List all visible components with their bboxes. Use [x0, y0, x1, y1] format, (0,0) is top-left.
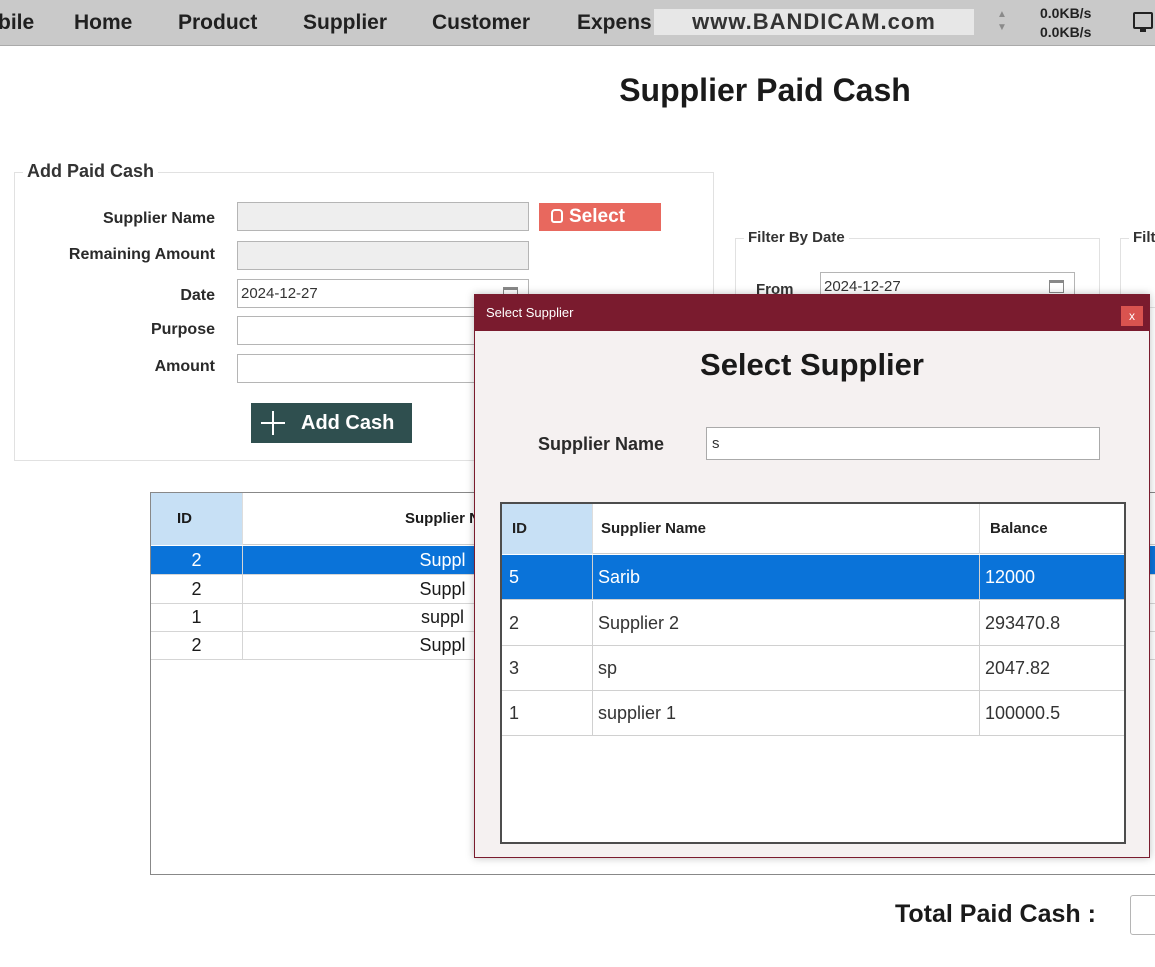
select-button-label: Select [569, 206, 625, 227]
supplier-search-input[interactable] [706, 427, 1100, 460]
cell-id: 1 [191, 607, 202, 627]
page-title: Supplier Paid Cash [619, 72, 911, 108]
remaining-amount-field[interactable] [237, 241, 529, 270]
cell-balance: 12000 [979, 555, 1124, 600]
cell-id: 1 [509, 703, 520, 723]
column-header-balance[interactable]: Balance [979, 504, 1124, 554]
table-row[interactable]: 5 Sarib 12000 [502, 555, 1124, 600]
cell-supplier-name: Supplier 2 [592, 601, 979, 646]
select-supplier-dialog: Select Supplier x Select Supplier Suppli… [474, 294, 1150, 858]
date-value: 2024-12-27 [241, 285, 318, 302]
recording-watermark: www.BANDICAM.com [654, 9, 974, 35]
dialog-titlebar[interactable]: Select Supplier x [475, 295, 1149, 331]
cell-id: 5 [509, 567, 520, 587]
table-row[interactable]: 1 supplier 1 100000.5 [502, 691, 1124, 736]
dialog-supplier-name-label: Supplier Name [538, 434, 665, 454]
supplier-name-label: Supplier Name [102, 210, 215, 227]
total-paid-cash-value [1130, 895, 1155, 935]
cell-balance: 2047.82 [979, 646, 1124, 691]
app-window: bile Home Product Supplier Customer Expe… [0, 0, 1155, 967]
network-download-speed: 0.0KB/s [1040, 24, 1092, 40]
add-cash-label: Add Cash [301, 412, 395, 434]
monitor-icon[interactable] [1133, 12, 1153, 32]
second-filter-title: Filt [1129, 229, 1155, 246]
cell-id: 2 [191, 550, 202, 570]
date-label: Date [180, 287, 215, 304]
cell-supplier-name: sp [592, 646, 979, 691]
supplier-list-table: ID Supplier Name Balance 5 Sarib 12000 2… [500, 502, 1126, 844]
cell-id: 2 [509, 613, 520, 633]
menu-item-mobile[interactable]: bile [0, 11, 34, 35]
cell-id: 3 [509, 658, 520, 678]
plus-icon [261, 411, 285, 435]
top-menu-bar: bile Home Product Supplier Customer Expe… [0, 0, 1155, 46]
dialog-heading: Select Supplier [700, 347, 924, 382]
menu-item-customer[interactable]: Customer [432, 11, 530, 35]
network-upload-speed: 0.0KB/s [1040, 5, 1092, 21]
network-arrows-icon: ▲ ▼ [997, 9, 1007, 33]
cell-supplier-name: supplier 1 [592, 691, 979, 736]
column-header-supplier-name[interactable]: Supplier Name [592, 504, 979, 554]
purpose-label: Purpose [150, 321, 215, 338]
remaining-amount-label: Remaining Amount [68, 246, 215, 263]
total-paid-cash-label: Total Paid Cash : [895, 900, 1096, 928]
column-header-id[interactable]: ID [502, 504, 592, 554]
supplier-name-field[interactable] [237, 202, 529, 231]
close-icon[interactable]: x [1121, 306, 1143, 326]
dialog-window-title: Select Supplier [486, 305, 574, 320]
table-row[interactable]: 2 Supplier 2 293470.8 [502, 601, 1124, 646]
cell-id: 2 [191, 579, 202, 599]
menu-item-expense[interactable]: Expens [577, 11, 652, 35]
table-header: ID Supplier Name Balance [502, 504, 1124, 554]
menu-item-supplier[interactable]: Supplier [303, 11, 387, 35]
cell-balance: 100000.5 [979, 691, 1124, 736]
menu-item-product[interactable]: Product [178, 11, 257, 35]
select-supplier-button[interactable]: Select [539, 203, 661, 231]
cell-supplier-name: Sarib [592, 555, 979, 600]
filter-by-date-title: Filter By Date [744, 229, 849, 246]
column-header-id[interactable]: ID [151, 493, 242, 545]
network-speed: 0.0KB/s 0.0KB/s [1040, 4, 1091, 42]
cell-balance: 293470.8 [979, 601, 1124, 646]
hand-pointer-icon [551, 209, 563, 223]
table-row[interactable]: 3 sp 2047.82 [502, 646, 1124, 691]
calendar-icon[interactable] [1049, 280, 1064, 293]
cell-id: 2 [191, 635, 202, 655]
add-paid-cash-title: Add Paid Cash [23, 161, 159, 182]
amount-label: Amount [154, 358, 215, 375]
from-date-value: 2024-12-27 [824, 278, 901, 295]
add-cash-button[interactable]: Add Cash [251, 403, 412, 443]
menu-item-home[interactable]: Home [74, 11, 132, 35]
